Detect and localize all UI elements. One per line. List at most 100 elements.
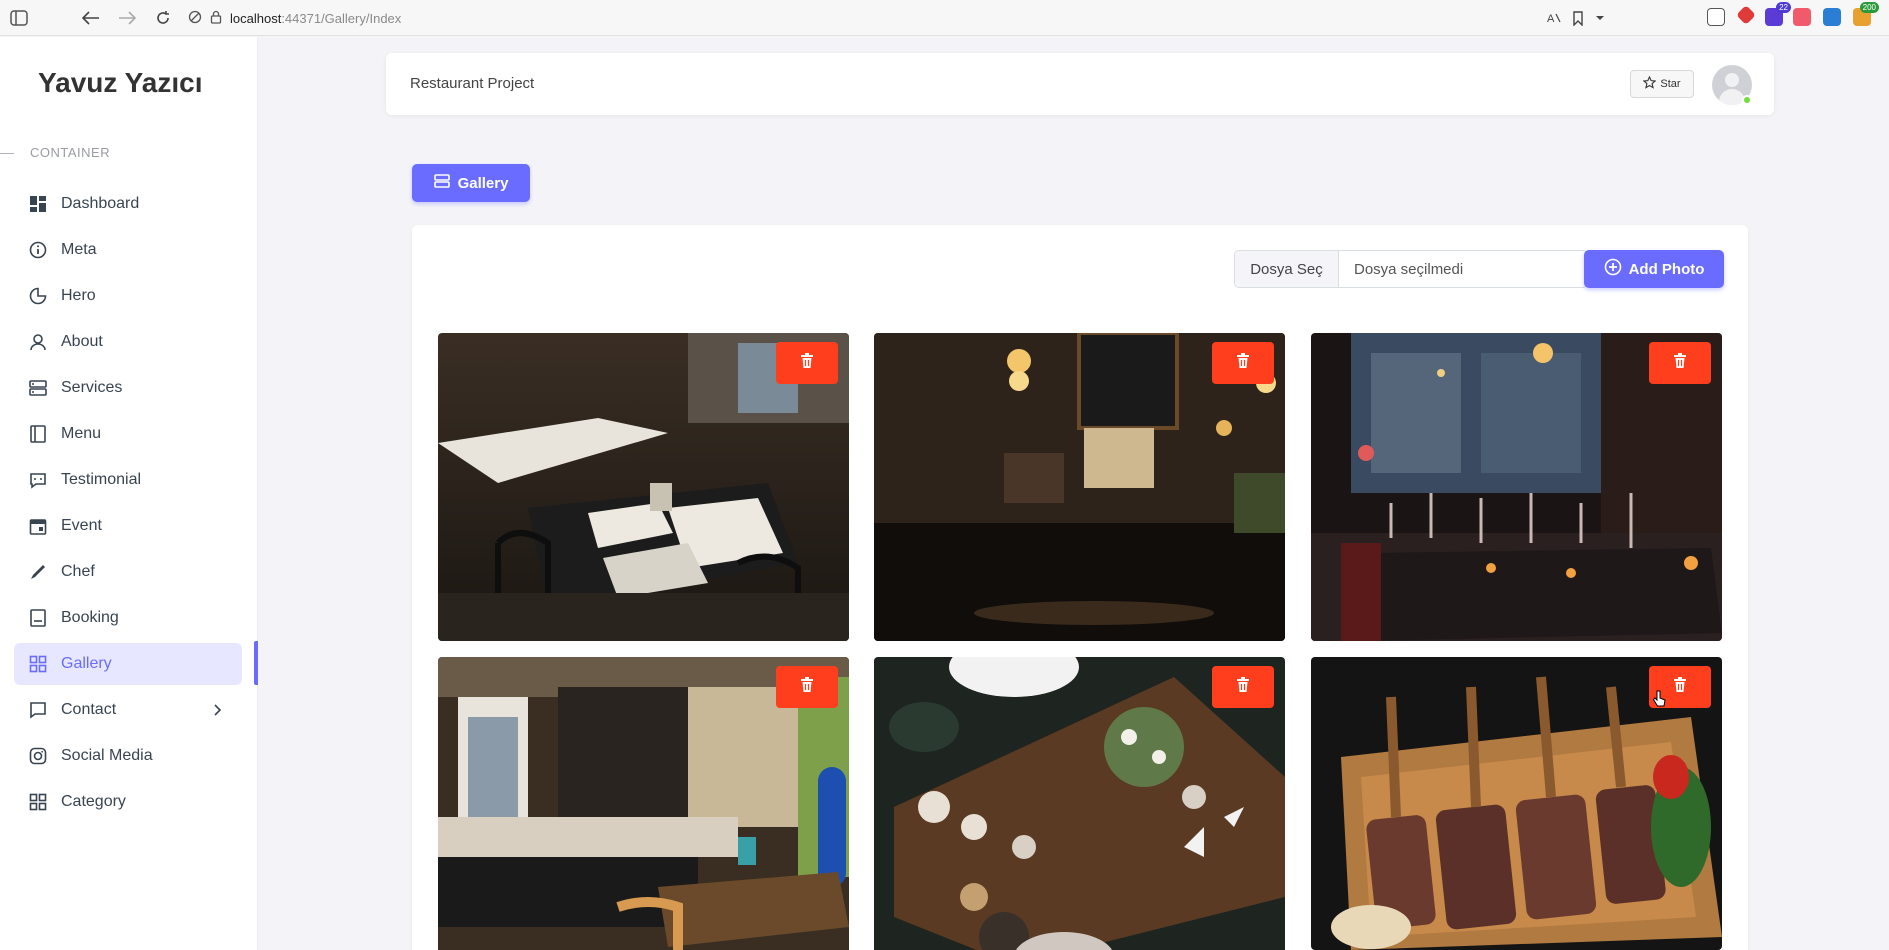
- sidebar-item-label: Meta: [61, 241, 97, 258]
- trash-icon: [800, 352, 814, 374]
- sidebar-item-label: Category: [61, 793, 126, 810]
- sidebar-item-label: Gallery: [61, 655, 112, 672]
- bookmark-icon[interactable]: [1567, 7, 1589, 29]
- grid-icon: [28, 654, 48, 674]
- sidebar-item-hero[interactable]: Hero: [14, 275, 242, 317]
- url-host: localhost: [230, 10, 282, 26]
- sidebar-item-label: Testimonial: [61, 471, 142, 488]
- red-extension-icon[interactable]: [1736, 5, 1756, 25]
- delete-photo-button[interactable]: [776, 342, 838, 384]
- site-settings-icon[interactable]: [188, 10, 202, 27]
- instagram-icon: [28, 746, 48, 766]
- gallery-card: Dosya Seç Dosya seçilmedi Add Photo: [412, 225, 1748, 950]
- sidebar-item-event[interactable]: Event: [14, 505, 242, 547]
- project-title: Restaurant Project: [410, 75, 535, 92]
- message-icon: [28, 700, 48, 720]
- sidebar-item-label: Contact: [61, 701, 117, 718]
- pie-icon: [28, 286, 48, 306]
- dropdown-icon[interactable]: [1589, 7, 1611, 29]
- star-button[interactable]: Star: [1630, 70, 1694, 98]
- sidebar-item-booking[interactable]: Booking: [14, 597, 242, 639]
- sidebar-nav: Dashboard Meta Hero About Services Menu …: [14, 183, 242, 827]
- trash-icon: [1673, 352, 1687, 374]
- gallery-header-label: Gallery: [457, 174, 509, 192]
- gallery-photo: [874, 657, 1285, 950]
- info-icon: [28, 240, 48, 260]
- delete-photo-button[interactable]: [776, 666, 838, 708]
- gallery-photo: [438, 657, 849, 950]
- browser-nav: [0, 7, 174, 29]
- sidebar-item-contact[interactable]: Contact: [14, 689, 242, 731]
- gallery-header-button[interactable]: Gallery: [412, 164, 530, 202]
- sidebar-item-label: Chef: [61, 563, 95, 580]
- sidebar-item-social-media[interactable]: Social Media: [14, 735, 242, 777]
- delete-photo-button[interactable]: [1212, 342, 1274, 384]
- no-file-text: Dosya seçilmedi: [1354, 260, 1464, 278]
- browser-toolbar: localhost:44371/Gallery/Index A 22 200: [0, 0, 1889, 36]
- plus-circle-icon: [1604, 258, 1622, 280]
- delete-photo-button[interactable]: [1212, 666, 1274, 708]
- sidebar-item-category[interactable]: Category: [14, 781, 242, 823]
- translate-icon[interactable]: A: [1543, 7, 1565, 29]
- add-photo-button[interactable]: Add Photo: [1584, 250, 1724, 288]
- sidebar-item-label: Services: [61, 379, 123, 396]
- pen-icon: [28, 562, 48, 582]
- qr-extension-icon[interactable]: [1707, 8, 1725, 26]
- file-upload-input[interactable]: Dosya Seç Dosya seçilmedi: [1234, 250, 1588, 288]
- trash-icon: [1236, 352, 1250, 374]
- sidebar-item-label: Hero: [61, 287, 96, 304]
- chevron-right-icon: [208, 701, 226, 719]
- trash-icon: [800, 676, 814, 698]
- sidebar-item-testimonial[interactable]: Testimonial: [14, 459, 242, 501]
- sidebar-item-gallery[interactable]: Gallery: [14, 643, 242, 685]
- sidebar-item-chef[interactable]: Chef: [14, 551, 242, 593]
- section-label: CONTAINER: [30, 145, 111, 160]
- gallery-photo: [874, 333, 1285, 641]
- star-label: Star: [1660, 78, 1681, 90]
- address-bar[interactable]: localhost:44371/Gallery/Index: [188, 6, 1628, 30]
- sidebar-item-label: About: [61, 333, 103, 350]
- chat-icon: [28, 470, 48, 490]
- orange-extension-icon[interactable]: 200: [1853, 2, 1879, 26]
- server-icon: [433, 173, 450, 193]
- sidebar-item-about[interactable]: About: [14, 321, 242, 363]
- sidebar-item-dashboard[interactable]: Dashboard: [14, 183, 242, 225]
- delete-photo-button[interactable]: [1649, 342, 1711, 384]
- gallery-photo: [438, 333, 849, 641]
- sidebar-item-label: Booking: [61, 609, 119, 626]
- trash-icon: [1673, 676, 1687, 698]
- sidebar-item-menu[interactable]: Menu: [14, 413, 242, 455]
- sidebar-item-label: Social Media: [61, 747, 153, 764]
- mouse-cursor-icon: [1652, 690, 1666, 708]
- sidebar-item-label: Dashboard: [61, 195, 140, 212]
- sidebar-item-label: Menu: [61, 425, 102, 442]
- sidebar-item-label: Event: [61, 517, 102, 534]
- sidebar-item-meta[interactable]: Meta: [14, 229, 242, 271]
- blue-extension-icon[interactable]: [1823, 8, 1841, 26]
- back-icon[interactable]: [80, 7, 102, 29]
- purple-extension-icon[interactable]: 22: [1765, 2, 1791, 26]
- sidebar-toggle-icon[interactable]: [8, 7, 30, 29]
- book-icon: [28, 424, 48, 444]
- reload-icon[interactable]: [152, 7, 174, 29]
- calendar-icon: [28, 516, 48, 536]
- dashboard-icon: [28, 194, 48, 214]
- online-status-dot: [1742, 95, 1752, 105]
- top-navbar: Restaurant Project Star: [386, 53, 1774, 115]
- extension-badge: 22: [1776, 2, 1791, 13]
- sidebar: Yavuz Yazıcı CONTAINER Dashboard Meta He…: [0, 37, 258, 950]
- extension-badge: 200: [1859, 2, 1879, 13]
- user-icon: [28, 332, 48, 352]
- lock-icon: [210, 10, 222, 27]
- brand-name[interactable]: Yavuz Yazıcı: [38, 67, 203, 99]
- trash-icon: [1236, 676, 1250, 698]
- add-photo-label: Add Photo: [1628, 260, 1705, 278]
- gallery-photo: [1311, 333, 1722, 641]
- star-icon: [1642, 75, 1657, 92]
- category-icon: [28, 792, 48, 812]
- forward-icon[interactable]: [116, 7, 138, 29]
- choose-file-button[interactable]: Dosya Seç: [1235, 251, 1339, 287]
- section-divider: [0, 153, 14, 154]
- sidebar-item-services[interactable]: Services: [14, 367, 242, 409]
- pink-extension-icon[interactable]: [1793, 8, 1811, 26]
